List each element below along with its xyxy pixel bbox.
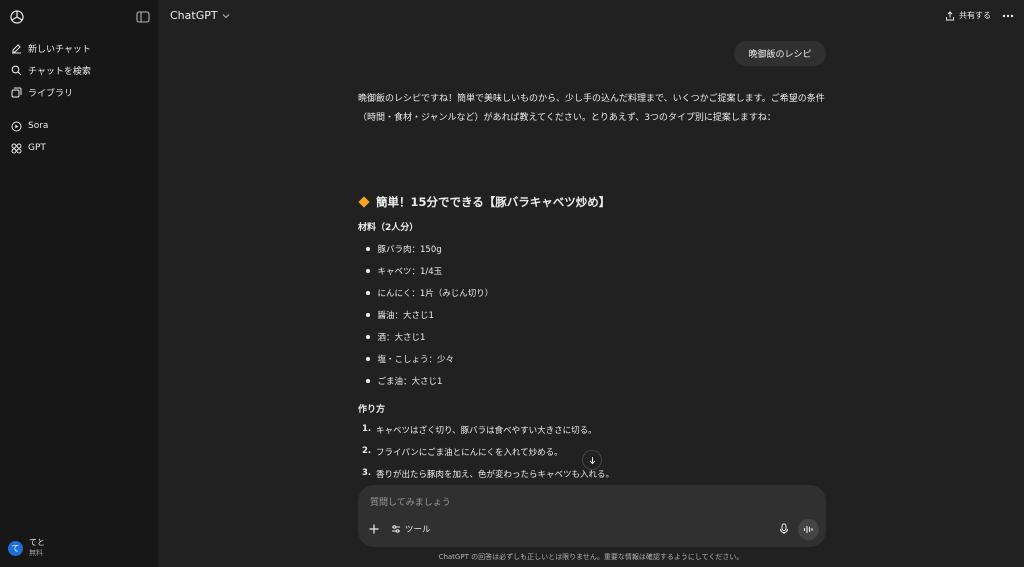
list-item: 豚バラ肉：150g	[366, 243, 442, 255]
bullet	[366, 269, 370, 273]
share-icon	[946, 10, 954, 20]
step-text: キャベツはざく切り、豚バラは食べやすい大きさに切る。	[376, 426, 597, 436]
step-number: 2.	[362, 446, 372, 456]
list-item: キャベツ：1/4玉	[366, 265, 442, 277]
bullet	[366, 357, 370, 361]
bullet	[366, 379, 370, 383]
bullet	[366, 291, 370, 295]
share-label: 共有する	[959, 11, 991, 20]
sidebar-item-label: チャットを検索	[28, 66, 91, 77]
more-options-icon[interactable]	[1002, 10, 1014, 22]
sliders-icon	[392, 525, 400, 533]
bullet	[366, 313, 370, 317]
bullet	[366, 247, 370, 251]
voice-mode-button[interactable]	[798, 519, 819, 540]
ingredient-text: にんにく：1片（みじん切り）	[377, 289, 494, 299]
message-input[interactable]: 質問してみましょう	[370, 495, 451, 508]
ingredient-text: 醤油：大さじ1	[377, 311, 434, 321]
steps-heading: 作り方	[358, 405, 386, 415]
sidebar-item-gpt[interactable]: GPT	[6, 137, 152, 159]
plus-icon[interactable]	[368, 523, 380, 535]
user-name: てと	[29, 538, 45, 547]
top-bar: ChatGPT 共有する	[158, 0, 1024, 34]
ingredient-text: 豚バラ肉：150g	[377, 245, 442, 255]
grid-icon	[10, 142, 22, 154]
step-item: 3. 香りが出たら豚肉を加え、色が変わったらキャベツも入れる。	[362, 468, 614, 480]
sidebar-item-label: GPT	[28, 143, 46, 153]
recipe-title: 簡単！15分でできる【豚バラキャベツ炒め】	[358, 194, 610, 210]
step-item: 2. フライパンにごま油とにんにくを入れて炒める。	[362, 446, 563, 458]
sidebar: 新しいチャット チャットを検索 ライブラリ Sora GPT て てと 無料	[0, 0, 158, 567]
openai-logo-icon[interactable]	[9, 9, 25, 25]
library-icon	[10, 86, 22, 98]
search-icon	[10, 64, 22, 76]
diamond-icon	[358, 196, 370, 208]
step-text: 香りが出たら豚肉を加え、色が変わったらキャベツも入れる。	[376, 470, 615, 480]
message-composer[interactable]: 質問してみましょう ツール	[358, 485, 826, 547]
sidebar-toggle-icon[interactable]	[136, 10, 150, 24]
step-number: 3.	[362, 468, 372, 478]
share-button[interactable]: 共有する	[945, 10, 991, 21]
step-text: フライパンにごま油とにんにくを入れて炒める。	[376, 448, 563, 458]
edit-icon	[10, 42, 22, 54]
list-item: 醤油：大さじ1	[366, 309, 434, 321]
ingredient-text: ごま油：大さじ1	[377, 377, 443, 387]
sidebar-item-label: ライブラリ	[28, 88, 74, 99]
recipe-title-text: 簡単！15分でできる【豚バラキャベツ炒め】	[376, 195, 611, 209]
sidebar-item-sora[interactable]: Sora	[6, 115, 152, 137]
bullet	[366, 335, 370, 339]
waveform-icon	[803, 525, 813, 534]
ingredient-text: キャベツ：1/4玉	[377, 267, 443, 277]
list-item: 酒：大さじ1	[366, 331, 425, 343]
model-name: ChatGPT	[170, 9, 218, 22]
sidebar-item-label: 新しいチャット	[28, 44, 91, 55]
assistant-message: 晩御飯のレシピですね！簡単で美味しいものから、少し手の込んだ料理まで、いくつかご…	[358, 90, 828, 128]
list-item: ごま油：大さじ1	[366, 375, 442, 387]
sidebar-header	[0, 0, 158, 34]
list-item: 塩・こしょう：少々	[366, 353, 454, 365]
tools-button[interactable]: ツール	[391, 523, 431, 535]
sidebar-item-label: Sora	[28, 121, 49, 131]
sidebar-item-new-chat[interactable]: 新しいチャット	[6, 37, 152, 59]
ingredient-text: 酒：大さじ1	[377, 333, 426, 343]
sidebar-item-search-chats[interactable]: チャットを検索	[6, 59, 152, 81]
user-message-bubble: 晩御飯のレシピ	[734, 41, 826, 66]
list-item: にんにく：1片（みじん切り）	[366, 287, 493, 299]
disclaimer-text: ChatGPT の回答は必ずしも正しいとは限りません。重要な情報は確認するように…	[438, 553, 744, 561]
arrow-down-icon	[589, 456, 595, 464]
chevron-down-icon	[222, 13, 229, 18]
scroll-down-button[interactable]	[582, 450, 602, 470]
model-selector[interactable]: ChatGPT	[170, 9, 230, 22]
sidebar-item-library[interactable]: ライブラリ	[6, 81, 152, 103]
assistant-intro-text: 晩御飯のレシピですね！簡単で美味しいものから、少し手の込んだ料理まで、いくつかご…	[358, 94, 825, 123]
ingredient-text: 塩・こしょう：少々	[377, 355, 455, 365]
step-number: 1.	[362, 424, 372, 434]
microphone-icon[interactable]	[778, 523, 790, 535]
step-item: 1. キャベツはざく切り、豚バラは食べやすい大きさに切る。	[362, 424, 597, 436]
tools-label: ツール	[405, 525, 431, 535]
ingredients-heading: 材料（2人分）	[358, 223, 419, 233]
play-circle-icon	[10, 120, 22, 132]
